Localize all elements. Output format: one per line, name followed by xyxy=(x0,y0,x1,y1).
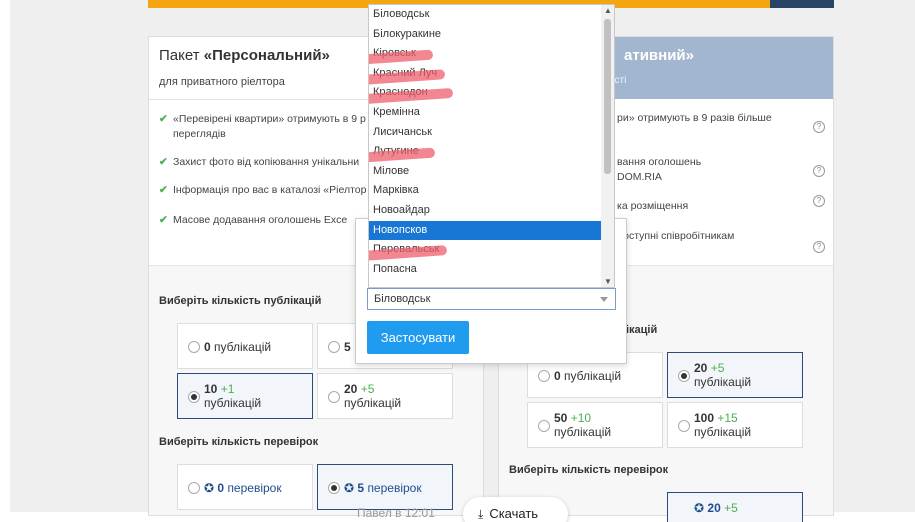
verified-icon: ✪ xyxy=(694,501,705,515)
publications-label: Виберіть кількість публікацій xyxy=(159,295,322,307)
radio-button-selected[interactable] xyxy=(188,391,200,403)
feature-item: ✔ Масове додавання оголошень Exce xyxy=(159,214,348,226)
check-icon: ✔ xyxy=(159,156,168,168)
check-icon: ✔ xyxy=(159,214,168,226)
radio-button[interactable] xyxy=(188,482,200,494)
checks-label: Виберіть кількість перевірок xyxy=(509,464,669,476)
dropdown-option[interactable]: Красний Луч xyxy=(369,64,614,85)
radio-button[interactable] xyxy=(188,341,200,353)
dropdown-option[interactable]: Мілове xyxy=(369,162,614,182)
check-option-0[interactable]: ✪ 0 перевірок xyxy=(177,464,313,510)
feature-item: доступні співробітникам xyxy=(617,230,735,242)
radio-button[interactable] xyxy=(328,391,340,403)
check-icon: ✔ xyxy=(159,113,168,125)
download-button[interactable]: ⤓ Скачать xyxy=(463,497,568,522)
scroll-thumb[interactable] xyxy=(604,19,611,174)
publication-option-20[interactable]: 20 +5 публікацій xyxy=(667,352,803,398)
scroll-up-icon[interactable]: ▲ xyxy=(604,6,612,15)
chevron-down-icon xyxy=(600,297,608,302)
city-select[interactable]: Біловодськ xyxy=(367,288,616,310)
feature-item: DOM.RIA xyxy=(617,171,662,183)
scroll-down-icon[interactable]: ▼ xyxy=(604,277,612,286)
package-title: ативний» xyxy=(624,47,694,64)
dropdown-option[interactable]: Кіровськ xyxy=(369,44,614,65)
publication-option-20[interactable]: 20 +5 публікацій xyxy=(317,373,453,419)
help-icon[interactable]: ? xyxy=(813,165,825,177)
radio-button[interactable] xyxy=(538,420,550,432)
city-dropdown-list[interactable]: БіловодськБілокуракинеКіровськКрасний Лу… xyxy=(368,4,615,288)
help-icon[interactable]: ? xyxy=(813,241,825,253)
download-icon: ⤓ xyxy=(478,507,484,521)
feature-item: ка розміщення xyxy=(617,200,689,212)
feature-item: вання оголошень xyxy=(617,156,702,168)
dropdown-option[interactable]: Новопсков xyxy=(369,220,614,241)
dropdown-option[interactable]: Лутугине xyxy=(369,142,614,163)
check-icon: ✔ xyxy=(159,184,168,196)
message-author-time: Павел в 12:01 xyxy=(357,506,435,520)
feature-item: ✔ Захист фото від копіювання унікальни xyxy=(159,156,360,168)
check-option-5[interactable]: ✪ 5 перевірок xyxy=(317,464,453,510)
dropdown-option[interactable]: Кремінна xyxy=(369,103,614,123)
dropdown-option[interactable]: Білокуракине xyxy=(369,25,614,45)
top-image-strip xyxy=(770,0,834,8)
dropdown-option[interactable]: Перевальськ xyxy=(369,240,614,262)
feature-item: ✔ Інформація про вас в каталозі «Ріелтор xyxy=(159,184,367,196)
dropdown-option[interactable]: Краснодон xyxy=(369,83,614,105)
dropdown-option[interactable]: Лисичанськ xyxy=(369,123,614,143)
checks-label: Виберіть кількість перевірок xyxy=(159,436,319,448)
feature-item: ✔ «Перевірені квартири» отримують в 9 рп… xyxy=(159,113,366,140)
dropdown-option[interactable]: Марківка xyxy=(369,181,614,201)
feature-item: ри» отримують в 9 разів більше xyxy=(617,112,772,124)
check-option-20[interactable]: ✪ 20 +5 xyxy=(667,492,803,522)
radio-button[interactable] xyxy=(328,341,340,353)
verified-icon: ✪ xyxy=(204,481,215,495)
apply-button[interactable]: Застосувати xyxy=(367,321,469,354)
help-icon[interactable]: ? xyxy=(813,195,825,207)
publication-option-50[interactable]: 50 +10 публікацій xyxy=(527,402,663,448)
dropdown-option[interactable]: Біловодськ xyxy=(369,5,614,25)
scrollbar[interactable]: ▲ ▼ xyxy=(601,5,614,287)
publication-option-10[interactable]: 10 +1 публікацій xyxy=(177,373,313,419)
publication-option-100[interactable]: 100 +15 публікацій xyxy=(667,402,803,448)
dropdown-option[interactable]: Новоайдар xyxy=(369,201,614,221)
radio-button[interactable] xyxy=(678,420,690,432)
dropdown-option[interactable]: Попасна xyxy=(369,260,614,280)
radio-button[interactable] xyxy=(538,370,550,382)
publication-option-0[interactable]: 0 публікацій xyxy=(177,323,313,369)
verified-icon: ✪ xyxy=(344,481,355,495)
radio-button-selected[interactable] xyxy=(328,482,340,494)
radio-button-selected[interactable] xyxy=(678,370,690,382)
help-icon[interactable]: ? xyxy=(813,121,825,133)
